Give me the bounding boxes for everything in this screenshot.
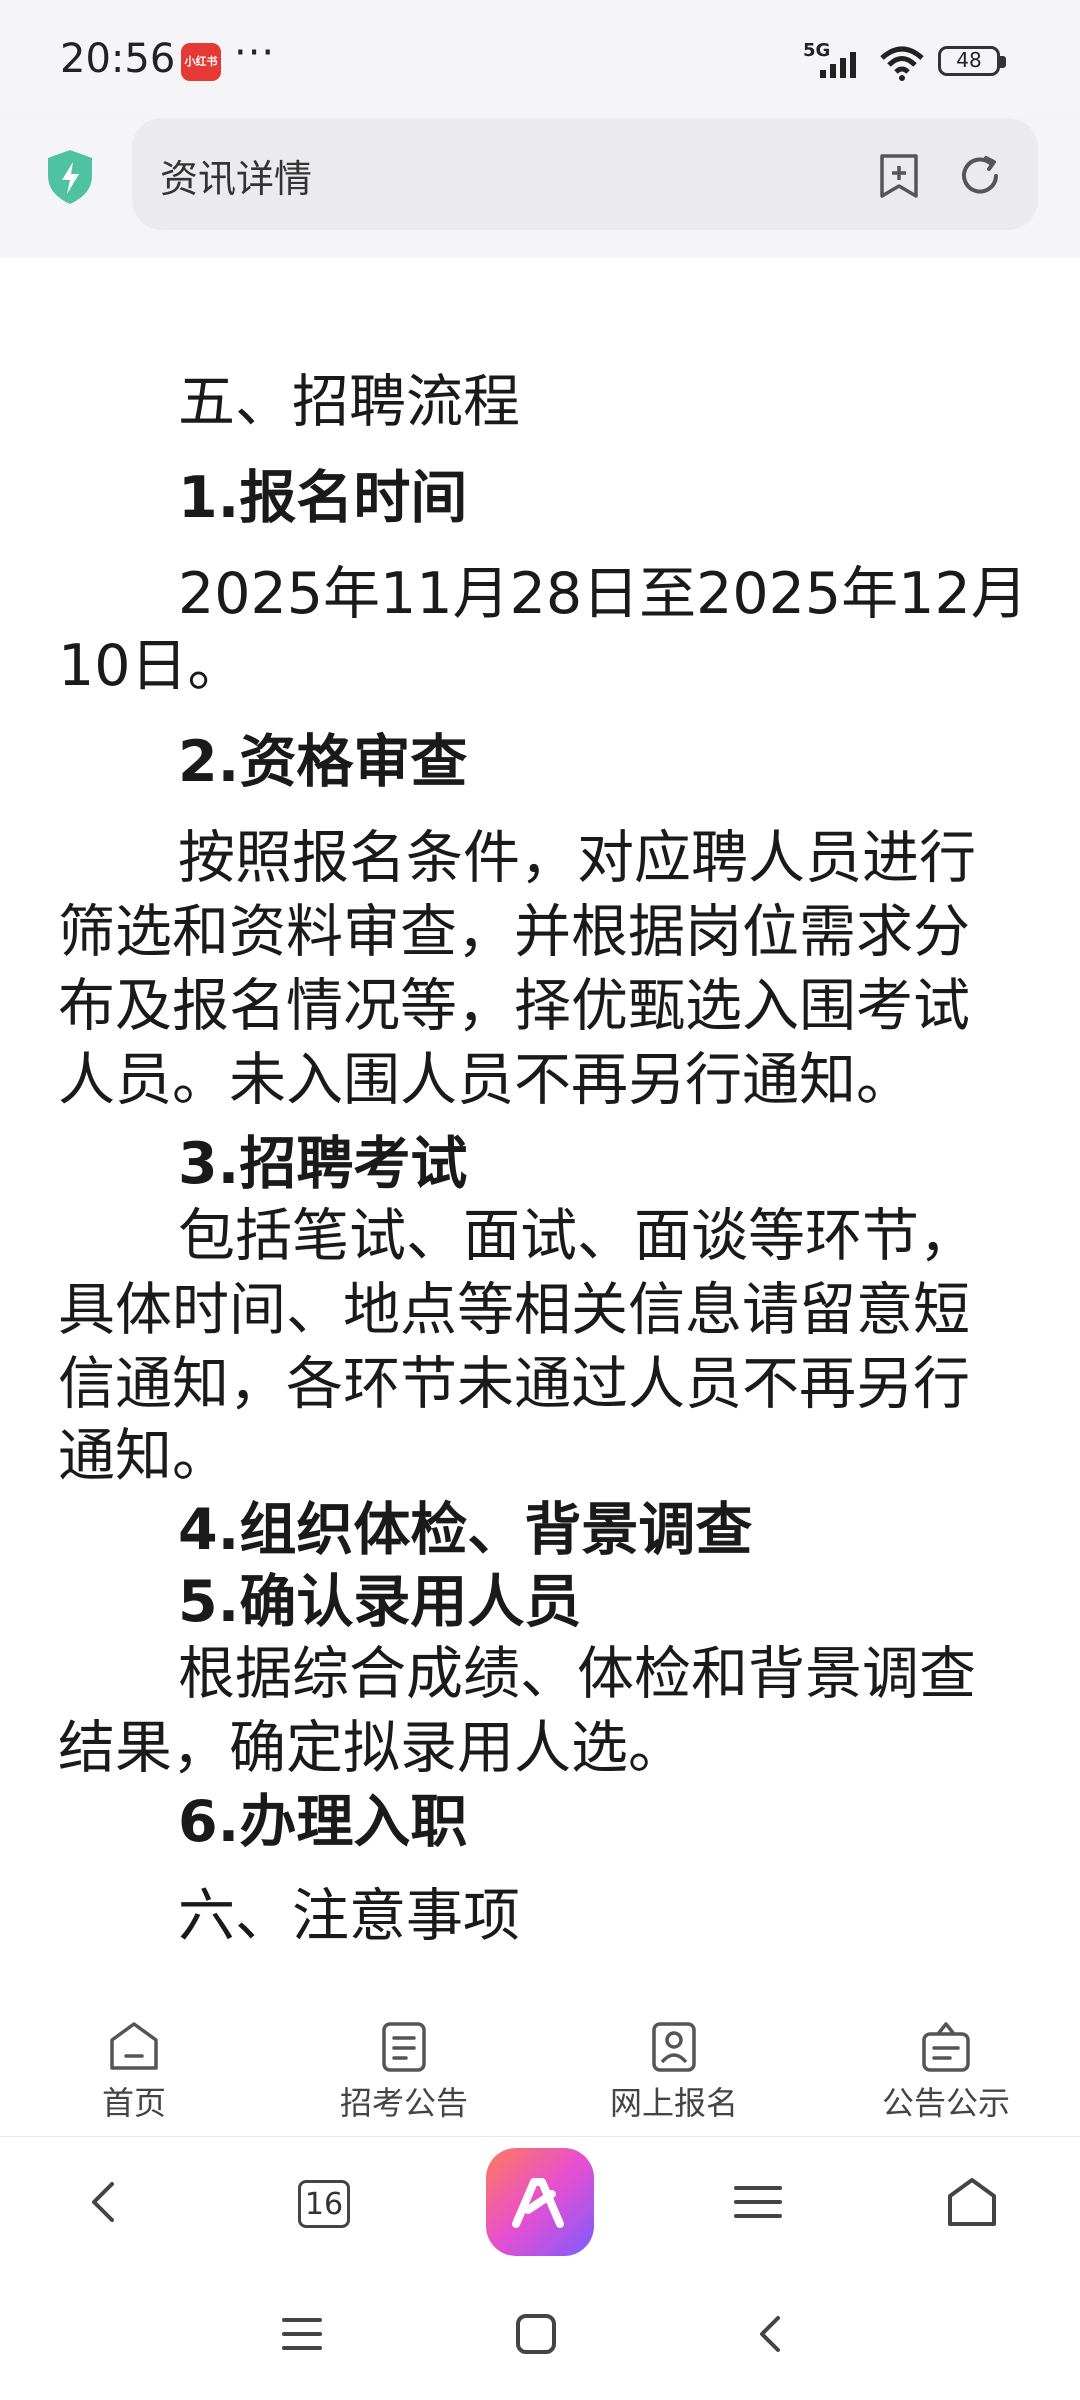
recents-icon[interactable]	[280, 2312, 324, 2356]
status-time: 20:56	[60, 36, 176, 82]
back-icon[interactable]	[748, 2312, 792, 2356]
paragraph-line: 结果，确定拟录用人选。	[58, 1715, 685, 1781]
home-icon[interactable]	[514, 2312, 558, 2356]
paragraph-line: 按照报名条件，对应聘人员进行	[178, 825, 976, 891]
browser-header: 资讯详情	[0, 118, 1080, 258]
nav-item-notice[interactable]: 招考公告	[304, 2018, 504, 2138]
address-bar[interactable]: 资讯详情	[132, 118, 1038, 230]
paragraph-line: 根据综合成绩、体检和背景调查	[178, 1641, 976, 1707]
ai-assistant-icon	[512, 2178, 564, 2228]
nav-item-label: 首页	[101, 2084, 166, 2122]
paragraph-line: 信通知，各环节未通过人员不再另行	[58, 1351, 970, 1417]
nav-item-label: 招考公告	[339, 2084, 468, 2122]
paragraph-line: 具体时间、地点等相关信息请留意短	[58, 1277, 970, 1343]
article-body: 五、招聘流程 1.报名时间 2025年11月28日至2025年12月 10日。 …	[0, 258, 1080, 1998]
app-badge-label: 小红书	[184, 55, 218, 68]
nav-item-home[interactable]: 首页	[34, 2018, 234, 2138]
notice-icon	[382, 2022, 426, 2072]
section-heading: 六、注意事项	[178, 1883, 520, 1949]
step-heading: 4.组织体检、背景调查	[178, 1497, 753, 1563]
announcement-icon	[922, 2022, 970, 2072]
nav-item-label: 公告公示	[881, 2084, 1010, 2122]
paragraph-line: 布及报名情况等，择优甄选入围考试	[58, 973, 970, 1039]
paragraph-line: 2025年11月28日至2025年12月	[178, 561, 1028, 627]
system-navigation-bar	[0, 2272, 1080, 2400]
ai-assistant-button[interactable]	[486, 2148, 594, 2256]
home-icon	[110, 2022, 158, 2070]
paragraph-line: 10日。	[58, 633, 245, 699]
signal-icon	[820, 52, 856, 78]
browser-toolbar: 16	[0, 2138, 1080, 2272]
battery-level: 48	[956, 48, 982, 72]
tab-count: 16	[304, 2187, 344, 2222]
register-icon	[652, 2022, 696, 2072]
nav-item-register[interactable]: 网上报名	[574, 2018, 774, 2138]
step-heading: 3.招聘考试	[178, 1131, 468, 1197]
step-heading: 6.办理入职	[178, 1789, 468, 1855]
paragraph-line: 通知。	[58, 1423, 229, 1489]
add-bookmark-icon[interactable]	[876, 152, 922, 200]
security-shield-icon[interactable]	[44, 148, 96, 206]
tabs-button[interactable]: 16	[298, 2180, 350, 2228]
step-heading: 5.确认录用人员	[178, 1569, 582, 1635]
paragraph-line: 人员。未入围人员不再另行通知。	[58, 1047, 913, 1113]
step-heading: 1.报名时间	[178, 465, 468, 531]
site-bottom-nav: 首页 招考公告 网上报名 公告公示	[0, 1998, 1080, 2137]
menu-icon[interactable]	[730, 2174, 786, 2230]
nav-item-announcement[interactable]: 公告公示	[846, 2018, 1046, 2138]
wifi-icon	[880, 46, 924, 81]
step-heading: 2.资格审查	[178, 729, 468, 795]
status-bar: 20:56 小红书 ··· 5G 48	[0, 0, 1080, 118]
paragraph-line: 包括笔试、面试、面谈等环节，	[178, 1203, 976, 1269]
paragraph-line: 筛选和资料审查，并根据岗位需求分	[58, 899, 970, 965]
nav-item-label: 网上报名	[609, 2084, 738, 2122]
section-heading: 五、招聘流程	[178, 369, 520, 435]
home-icon[interactable]	[944, 2174, 1000, 2230]
refresh-icon[interactable]	[956, 152, 1004, 200]
page-title: 资讯详情	[160, 157, 313, 201]
more-notifications-icon: ···	[234, 30, 276, 76]
battery-icon: 48	[938, 46, 1010, 80]
xiaohongshu-app-icon: 小红书	[181, 43, 221, 81]
back-icon[interactable]	[78, 2174, 134, 2230]
